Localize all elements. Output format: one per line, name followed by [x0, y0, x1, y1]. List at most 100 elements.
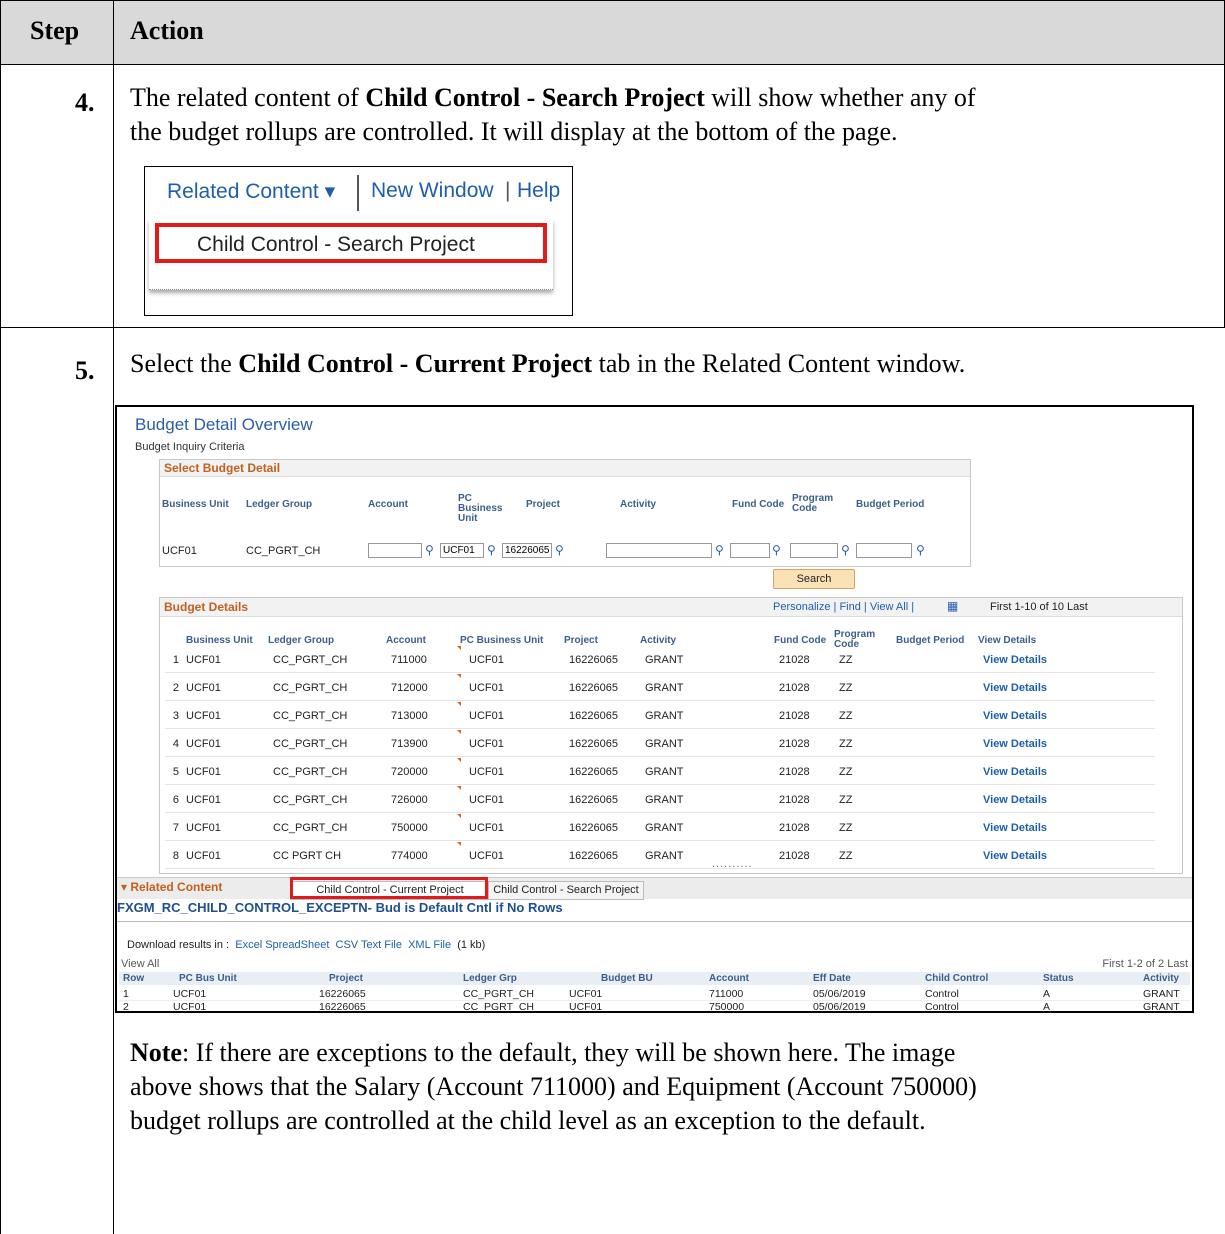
- cell-pcbu: UCF01: [469, 766, 504, 778]
- xml-link[interactable]: XML File: [408, 939, 451, 951]
- search-icon[interactable]: ⚲: [555, 544, 567, 556]
- cell-prog: ZZ: [839, 682, 853, 694]
- grid-toolbar[interactable]: Personalize | Find | View All |: [773, 601, 914, 613]
- result-cell: 16226065: [319, 988, 366, 1000]
- result-cell: 711000: [709, 988, 744, 1000]
- activity-input[interactable]: [606, 543, 712, 558]
- view-details-link[interactable]: View Details: [983, 710, 1047, 722]
- business-unit-value: UCF01: [162, 545, 197, 557]
- view-details-link[interactable]: View Details: [983, 850, 1047, 862]
- cell-lg: CC PGRT CH: [273, 850, 342, 862]
- row-divider: [0, 327, 1225, 328]
- view-details-link[interactable]: View Details: [983, 682, 1047, 694]
- table-row: 3 UCF01 CC_PGRT_CH 713000 UCF01 16226065 GRANT…: [165, 700, 1155, 729]
- cell-fund: 21028: [779, 654, 810, 666]
- header-action: Action: [130, 16, 204, 45]
- view-all-link[interactable]: View All: [121, 958, 159, 970]
- cell-n: 6: [172, 794, 179, 806]
- program-code-input[interactable]: [790, 543, 838, 558]
- cell-lg: CC_PGRT_CH: [273, 654, 348, 666]
- table-row: 4 UCF01 CC_PGRT_CH 713900 UCF01 16226065 GRANT…: [165, 728, 1155, 757]
- cell-n: 7: [172, 822, 179, 834]
- search-icon[interactable]: ⚲: [425, 544, 437, 556]
- result-cell: 05/06/2019: [813, 1001, 866, 1013]
- search-icon[interactable]: ⚲: [841, 544, 853, 556]
- cell-bu: UCF01: [186, 682, 221, 694]
- cell-fund: 21028: [779, 738, 810, 750]
- pc-business-unit-input[interactable]: UCF01: [440, 543, 484, 558]
- step-4-number: 4.: [75, 88, 95, 117]
- view-details-link[interactable]: View Details: [983, 822, 1047, 834]
- highlight-box: [290, 877, 488, 899]
- search-icon[interactable]: ⚲: [916, 544, 928, 556]
- header-step: Step: [30, 16, 80, 45]
- table-row: 1 UCF01 CC_PGRT_CH 711000 UCF01 16226065 GRANT…: [165, 644, 1155, 673]
- related-content-header[interactable]: ▾ Related Content: [121, 880, 222, 894]
- grid-nav[interactable]: First 1-10 of 10 Last: [990, 601, 1088, 613]
- results-pager[interactable]: First 1-2 of 2 Last: [1102, 958, 1188, 970]
- changed-marker-icon: [457, 814, 461, 818]
- result-cell: Control: [925, 988, 959, 1000]
- cell-pcbu: UCF01: [469, 822, 504, 834]
- cell-n: 8: [172, 850, 179, 862]
- fund-code-input[interactable]: [730, 543, 770, 558]
- col-activity: Activity: [620, 499, 657, 510]
- cell-fund: 21028: [779, 682, 810, 694]
- cell-bu: UCF01: [186, 794, 221, 806]
- col-business-unit: Business Unit: [162, 499, 229, 510]
- cell-lg: CC_PGRT_CH: [273, 710, 348, 722]
- resize-handle[interactable]: ..........: [712, 858, 753, 870]
- column-divider: [113, 0, 114, 1234]
- view-details-link[interactable]: View Details: [983, 794, 1047, 806]
- view-details-link[interactable]: View Details: [983, 766, 1047, 778]
- help-link[interactable]: Help: [517, 179, 560, 203]
- menu-pipe: |: [505, 179, 511, 202]
- view-details-link[interactable]: View Details: [983, 738, 1047, 750]
- changed-marker-icon: [457, 730, 461, 734]
- result-cell: UCF01: [569, 1001, 603, 1013]
- tab-child-control-search-project[interactable]: Child Control - Search Project: [488, 881, 644, 900]
- view-details-link[interactable]: View Details: [983, 654, 1047, 666]
- changed-marker-icon: [457, 758, 461, 762]
- cell-lg: CC_PGRT_CH: [273, 682, 348, 694]
- results-header-row: Row PC Bus Unit Project Ledger Grp Budge…: [119, 972, 1190, 985]
- result-cell: GRANT: [1143, 1001, 1180, 1013]
- cell-bu: UCF01: [186, 654, 221, 666]
- search-icon[interactable]: ⚲: [487, 544, 499, 556]
- download-icon[interactable]: ▦: [947, 599, 958, 613]
- search-icon[interactable]: ⚲: [715, 544, 727, 556]
- search-icon[interactable]: ⚲: [772, 544, 784, 556]
- account-input[interactable]: [368, 543, 422, 558]
- step-5-text: Select the Child Control - Current Proje…: [130, 349, 966, 378]
- cell-acct: 726000: [391, 794, 428, 806]
- cell-prog: ZZ: [839, 822, 853, 834]
- ledger-group-value: CC_PGRT_CH: [246, 545, 321, 557]
- budget-details-header: Budget Details: [164, 600, 249, 614]
- changed-marker-icon: [457, 674, 461, 678]
- cell-bu: UCF01: [186, 822, 221, 834]
- result-cell: CC_PGRT_CH: [463, 988, 534, 1000]
- excel-link[interactable]: Excel SpreadSheet: [235, 939, 329, 951]
- cell-proj: 16226065: [569, 738, 618, 750]
- cell-lg: CC_PGRT_CH: [273, 738, 348, 750]
- cell-n: 3: [172, 710, 179, 722]
- related-content-menu[interactable]: Related Content ▾: [167, 179, 335, 204]
- cell-fund: 21028: [779, 794, 810, 806]
- cell-prog: ZZ: [839, 654, 853, 666]
- search-button[interactable]: Search: [773, 569, 855, 589]
- cell-prog: ZZ: [839, 710, 853, 722]
- menu-separator: [357, 175, 359, 211]
- result-cell: UCF01: [173, 1001, 207, 1013]
- result-cell: 05/06/2019: [813, 988, 866, 1000]
- project-input[interactable]: 16226065: [502, 543, 552, 558]
- cell-pcbu: UCF01: [469, 850, 504, 862]
- table-header: Step Action: [0, 0, 1225, 65]
- cell-pcbu: UCF01: [469, 794, 504, 806]
- new-window-link[interactable]: New Window: [371, 179, 494, 203]
- csv-link[interactable]: CSV Text File: [336, 939, 402, 951]
- cell-pcbu: UCF01: [469, 710, 504, 722]
- cell-prog: ZZ: [839, 850, 853, 862]
- budget-period-input[interactable]: [856, 543, 912, 558]
- cell-acct: 713000: [391, 710, 428, 722]
- highlight-box: [155, 223, 547, 263]
